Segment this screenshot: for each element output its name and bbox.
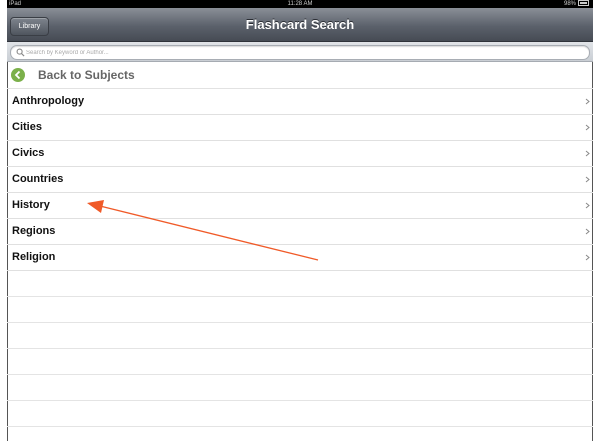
subject-label: History xyxy=(12,199,50,211)
chevron-right-icon xyxy=(585,254,590,261)
subject-list: Anthropology Cities Civics Countries His… xyxy=(7,89,593,441)
subject-row-regions[interactable]: Regions xyxy=(7,219,593,245)
empty-row xyxy=(7,297,593,323)
search-input[interactable] xyxy=(26,46,581,59)
empty-row xyxy=(7,375,593,401)
empty-row xyxy=(7,349,593,375)
subject-label: Anthropology xyxy=(12,95,85,107)
chevron-right-icon xyxy=(585,202,590,209)
back-label: Back to Subjects xyxy=(38,68,135,82)
battery-percent: 98% xyxy=(563,1,576,7)
search-field[interactable] xyxy=(10,45,590,60)
chevron-right-icon xyxy=(585,98,590,105)
back-arrow-icon xyxy=(11,68,25,82)
subject-row-countries[interactable]: Countries xyxy=(7,167,593,193)
subject-row-anthropology[interactable]: Anthropology xyxy=(7,89,593,115)
subject-row-cities[interactable]: Cities xyxy=(7,115,593,141)
battery-indicator: 98% xyxy=(564,0,589,8)
empty-row xyxy=(7,401,593,427)
empty-row xyxy=(7,323,593,349)
search-icon xyxy=(16,48,25,57)
subject-label: Religion xyxy=(12,251,56,263)
status-bar: iPad 11:28 AM 98% xyxy=(7,0,593,8)
chevron-right-icon xyxy=(585,150,590,157)
subject-label: Civics xyxy=(12,147,45,159)
search-bar xyxy=(7,42,593,62)
clock: 11:28 AM xyxy=(287,1,313,7)
back-to-subjects-button[interactable]: Back to Subjects xyxy=(7,63,593,89)
subject-label: Regions xyxy=(12,225,56,237)
page-title: Flashcard Search xyxy=(245,17,355,32)
empty-row xyxy=(7,271,593,297)
subject-row-religion[interactable]: Religion xyxy=(7,245,593,271)
subject-row-civics[interactable]: Civics xyxy=(7,141,593,167)
navigation-bar: Library Flashcard Search xyxy=(7,8,593,42)
back-chevron-icon xyxy=(14,70,21,80)
ipad-screen: iPad 11:28 AM 98% Library Flashcard Sear… xyxy=(7,0,593,441)
subject-label: Countries xyxy=(12,173,64,185)
battery-icon xyxy=(578,0,589,7)
chevron-right-icon xyxy=(585,124,590,131)
subject-row-history[interactable]: History xyxy=(7,193,593,219)
chevron-right-icon xyxy=(585,176,590,183)
chevron-right-icon xyxy=(585,228,590,235)
empty-row xyxy=(7,427,593,441)
subject-label: Cities xyxy=(12,121,42,133)
